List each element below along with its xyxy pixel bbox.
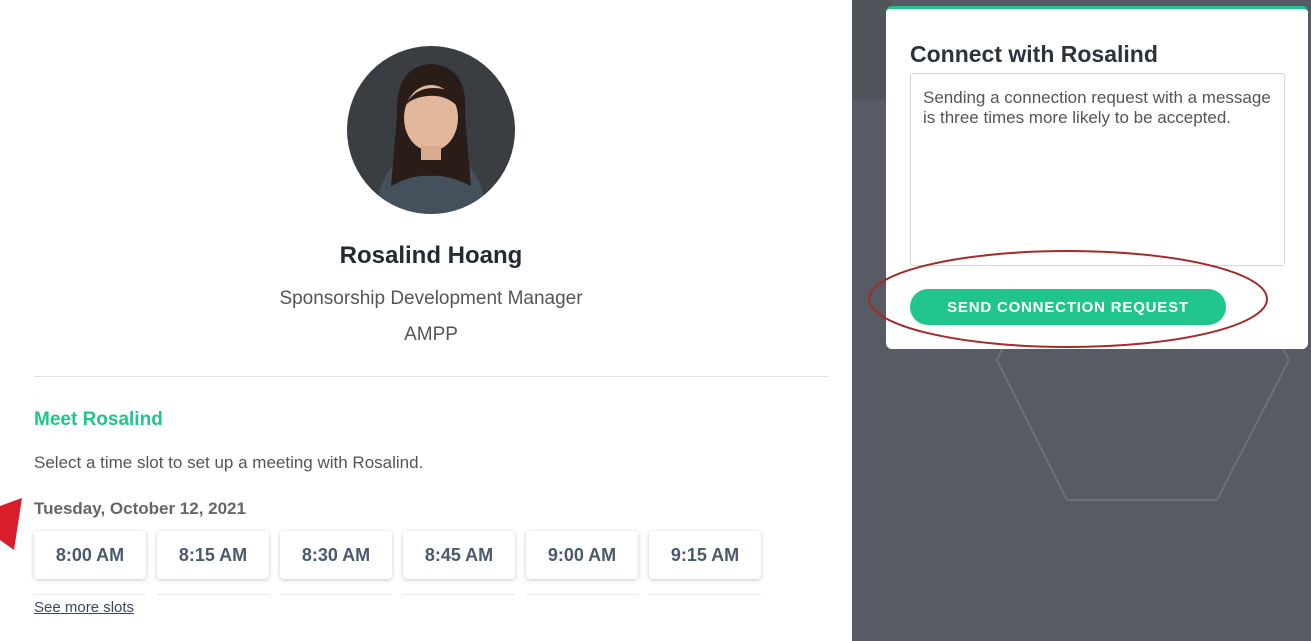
meet-heading: Meet Rosalind xyxy=(34,409,163,430)
time-slot-row-edge xyxy=(526,594,638,601)
slot-date-label: Tuesday, October 12, 2021 xyxy=(34,499,246,518)
time-slot-button[interactable]: 8:15 AM xyxy=(157,531,269,579)
time-slot-row-edge xyxy=(403,594,515,601)
time-slot-button[interactable]: 8:30 AM xyxy=(280,531,392,579)
meet-description: Select a time slot to set up a meeting w… xyxy=(34,453,424,472)
section-divider xyxy=(34,376,829,377)
profile-name: Rosalind Hoang xyxy=(339,242,523,269)
profile-company: AMPP xyxy=(404,324,458,345)
connection-message-input[interactable]: Sending a connection request with a mess… xyxy=(910,73,1285,266)
profile-avatar xyxy=(347,46,515,214)
time-slot-row-edge xyxy=(157,594,269,601)
time-slot-row-edge xyxy=(280,594,392,601)
time-slot-row-edge xyxy=(649,594,761,601)
see-more-slots-link[interactable]: See more slots xyxy=(34,599,134,616)
connect-title: Connect with Rosalind xyxy=(910,41,1158,67)
annotation-circle xyxy=(868,250,1268,348)
profile-job-title: Sponsorship Development Manager xyxy=(279,288,583,309)
time-slot-button[interactable]: 8:00 AM xyxy=(34,531,146,579)
time-slot-button[interactable]: 9:15 AM xyxy=(649,531,761,579)
time-slot-button[interactable]: 9:00 AM xyxy=(526,531,638,579)
annotation-arrow xyxy=(0,498,22,550)
profile-card: Rosalind Hoang Sponsorship Development M… xyxy=(0,6,852,641)
time-slot-button[interactable]: 8:45 AM xyxy=(403,531,515,579)
